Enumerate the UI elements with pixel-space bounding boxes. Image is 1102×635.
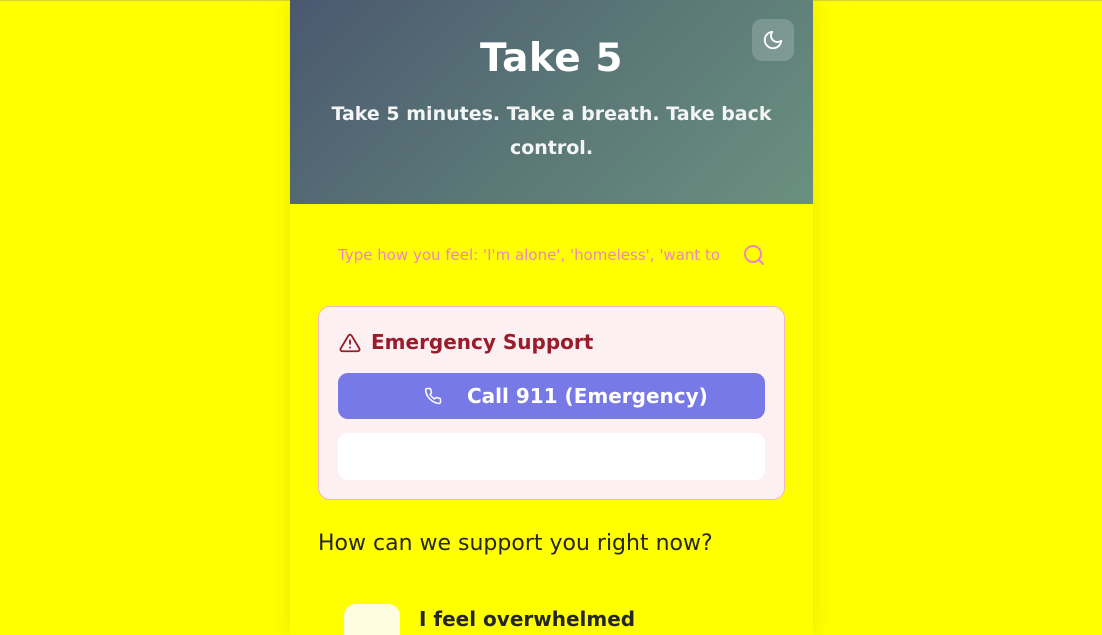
header: Take 5 Take 5 minutes. Take a breath. Ta… — [290, 0, 813, 204]
emergency-support-card: Emergency Support Call 911 (Emergency) — [318, 306, 785, 500]
search-bar — [318, 232, 785, 278]
app-title: Take 5 — [480, 36, 623, 81]
search-input[interactable] — [338, 242, 728, 268]
app-container: Take 5 Take 5 minutes. Take a breath. Ta… — [290, 0, 813, 635]
theme-toggle-button[interactable] — [752, 19, 794, 61]
call-911-button[interactable]: Call 911 (Emergency) — [338, 373, 765, 419]
emergency-title: Emergency Support — [371, 330, 594, 354]
secondary-support-button[interactable] — [338, 433, 765, 480]
overwhelmed-option-label[interactable]: I feel overwhelmed — [419, 605, 635, 633]
overwhelmed-option-icon[interactable] — [344, 604, 400, 635]
alert-triangle-icon — [339, 333, 361, 353]
search-icon[interactable] — [742, 243, 766, 267]
moon-icon — [763, 30, 783, 50]
call-911-label: Call 911 (Emergency) — [467, 384, 708, 408]
tagline: Take 5 minutes. Take a breath. Take back… — [331, 103, 772, 159]
support-heading: How can we support you right now? — [318, 531, 713, 556]
phone-icon — [424, 387, 442, 405]
